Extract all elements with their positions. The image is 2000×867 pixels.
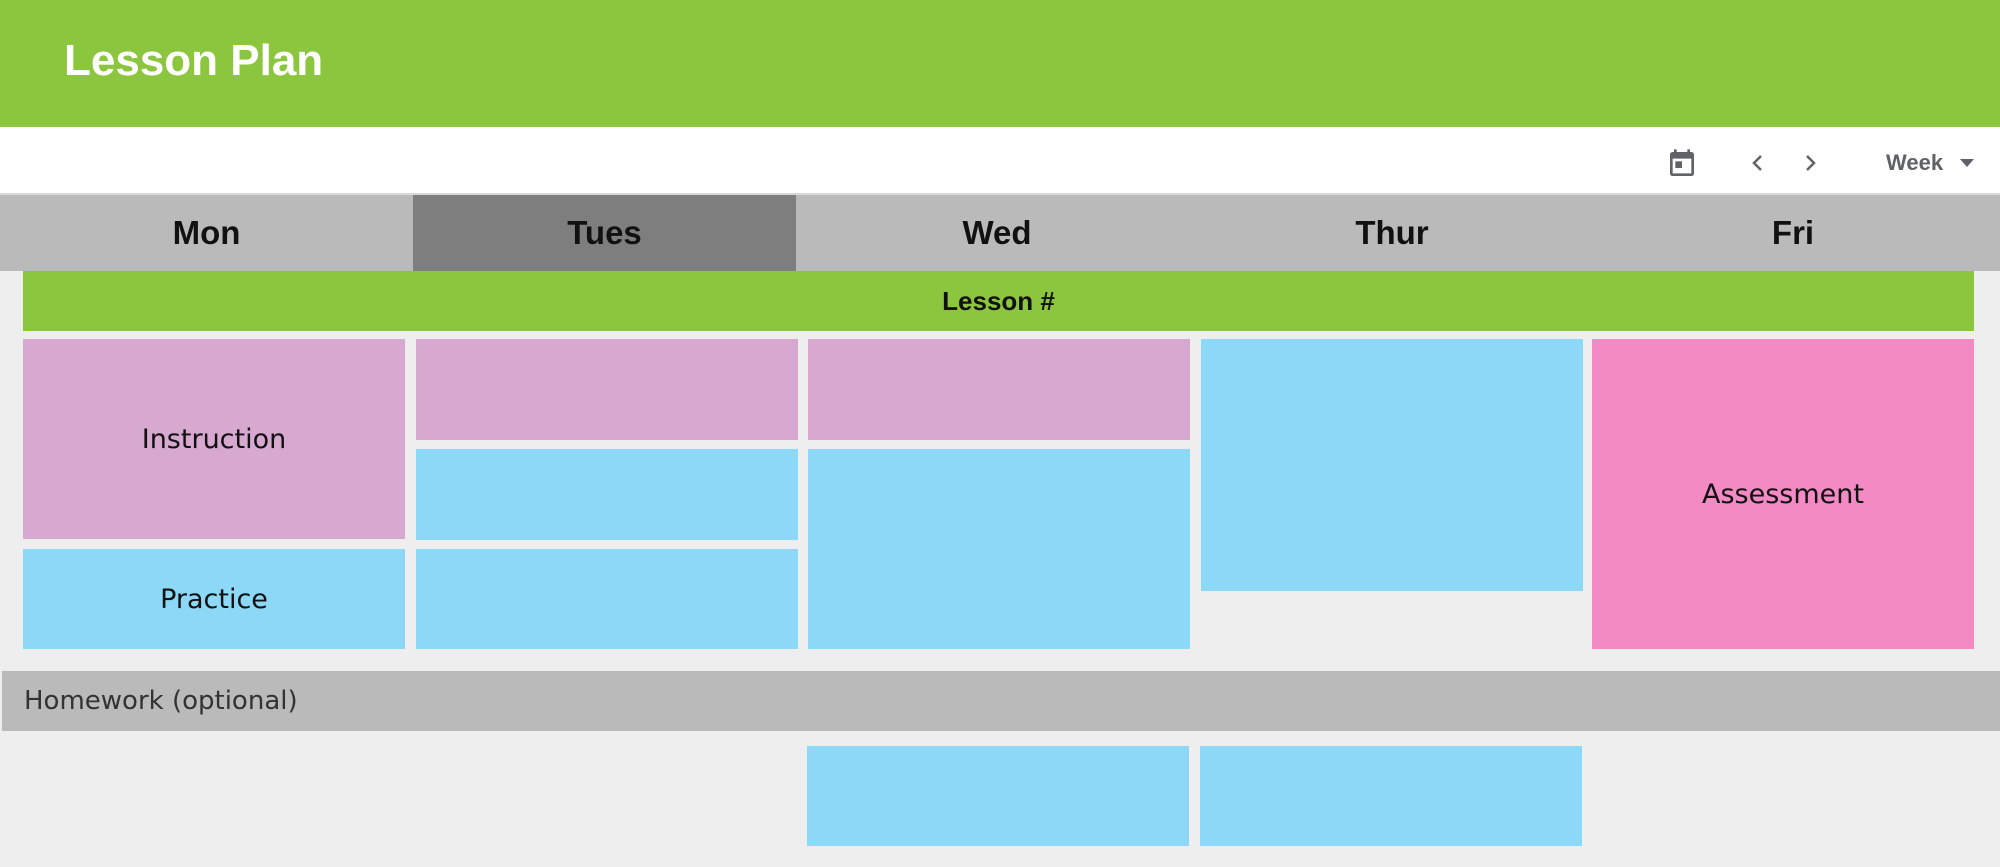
previous-week-button[interactable] <box>1744 147 1772 179</box>
lesson-board: Lesson # Instruction Practice Assessment… <box>0 271 2000 867</box>
card-mon-instruction[interactable]: Instruction <box>23 339 405 539</box>
day-header-mon[interactable]: Mon <box>0 195 413 271</box>
card-wed-2[interactable] <box>808 449 1190 649</box>
card-tues-3[interactable] <box>416 549 798 649</box>
day-header-fri[interactable]: Fri <box>1586 195 2000 271</box>
card-fri-assessment[interactable]: Assessment <box>1592 339 1974 649</box>
page-title: Lesson Plan <box>64 36 324 85</box>
next-week-button[interactable] <box>1796 147 1824 179</box>
card-homework-thur[interactable] <box>1200 746 1582 846</box>
day-header-row: Mon Tues Wed Thur Fri <box>0 193 2000 271</box>
homework-bar[interactable]: Homework (optional) <box>2 671 2000 731</box>
card-wed-1[interactable] <box>808 339 1190 440</box>
calendar-button[interactable] <box>1664 146 1700 182</box>
chevron-right-icon <box>1806 155 1816 171</box>
day-header-thur[interactable]: Thur <box>1198 195 1586 271</box>
card-tues-2[interactable] <box>416 449 798 540</box>
card-thur-1[interactable] <box>1201 339 1583 591</box>
card-tues-1[interactable] <box>416 339 798 440</box>
view-selector[interactable]: Week <box>1886 145 1986 181</box>
card-homework-wed[interactable] <box>807 746 1189 846</box>
day-header-tues[interactable]: Tues <box>413 195 796 271</box>
calendar-today-icon <box>1670 149 1694 176</box>
card-mon-practice[interactable]: Practice <box>23 549 405 649</box>
caret-down-icon <box>1960 159 1975 167</box>
toolbar: Week <box>0 127 2000 193</box>
view-selector-label: Week <box>1886 150 1944 175</box>
day-header-wed[interactable]: Wed <box>796 195 1198 271</box>
lesson-number-bar[interactable]: Lesson # <box>23 271 1974 331</box>
chevron-left-icon <box>1752 155 1762 171</box>
app-header: Lesson Plan <box>0 0 2000 127</box>
